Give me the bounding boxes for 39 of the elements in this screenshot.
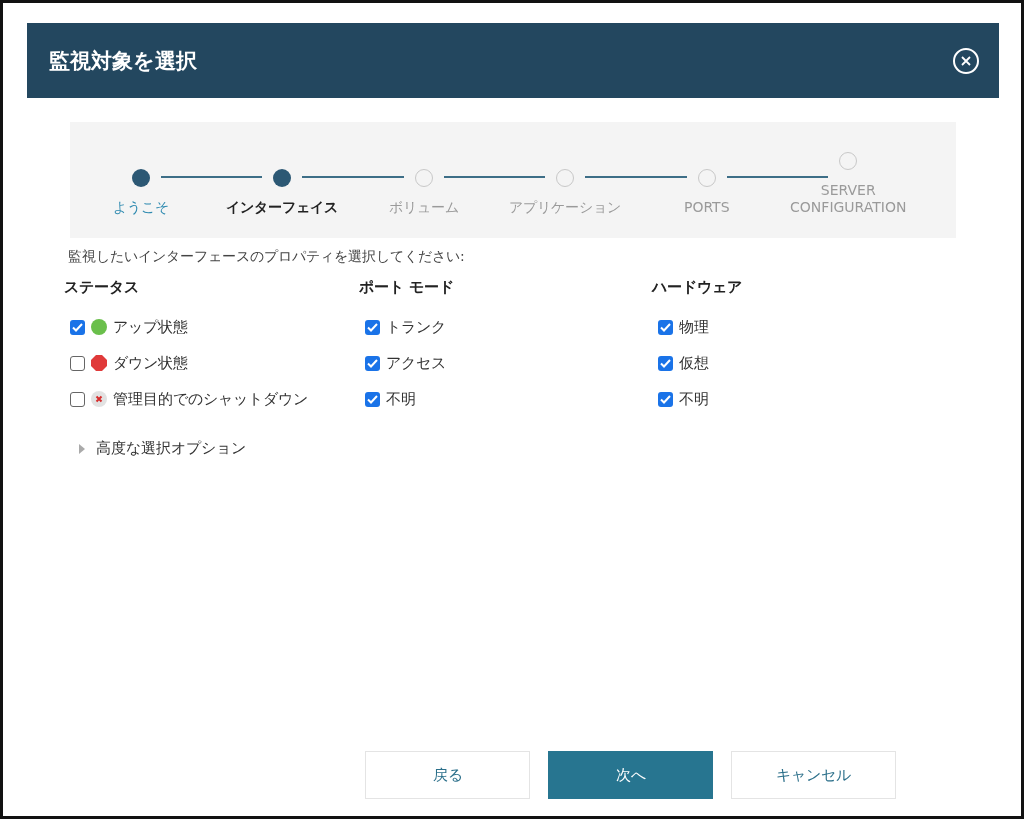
option-label: 不明 <box>679 389 709 409</box>
dialog-title: 監視対象を選択 <box>49 47 197 75</box>
step-label: PORTS <box>683 199 730 216</box>
group-heading: ハードウェア <box>652 278 743 297</box>
checkbox[interactable] <box>70 319 85 335</box>
checkbox[interactable] <box>658 319 673 335</box>
step-label: ようこそ <box>112 199 169 216</box>
close-icon <box>960 54 972 67</box>
option-label: ダウン状態 <box>113 353 188 373</box>
status-up-icon <box>91 319 107 335</box>
advanced-options-toggle[interactable]: 高度な選択オプション <box>70 439 246 458</box>
option-label: 物理 <box>679 317 709 337</box>
group-heading: ポート モード <box>359 278 456 297</box>
instruction-text: 監視したいインターフェースのプロパティを選択してください: <box>68 248 466 266</box>
step-label: アプリケーション <box>509 199 622 216</box>
checkbox[interactable] <box>365 355 380 371</box>
step-label: インターフェイス <box>226 199 339 216</box>
option-label: アップ状態 <box>113 317 188 337</box>
close-button[interactable] <box>953 47 979 74</box>
step-label: ボリューム <box>388 199 459 216</box>
secondary-button[interactable]: キャンセル <box>731 751 896 799</box>
checkbox[interactable] <box>70 391 85 407</box>
option-label: 仮想 <box>679 353 709 373</box>
option-label: 管理目的でのシャットダウン <box>113 389 308 409</box>
status-down-icon <box>91 355 107 371</box>
secondary-button[interactable]: 戻る <box>365 751 530 799</box>
step-label: SERVER CONFIGURATION <box>789 182 908 216</box>
option-label: アクセス <box>386 353 446 373</box>
option-label: 不明 <box>386 389 416 409</box>
option-label: トランク <box>386 317 446 337</box>
caret-icon <box>78 443 86 454</box>
checkbox[interactable] <box>365 319 380 335</box>
checkbox[interactable] <box>365 391 380 407</box>
group-heading: ステータス <box>64 278 140 297</box>
checkbox[interactable] <box>658 391 673 407</box>
checkbox[interactable] <box>70 355 85 371</box>
primary-button[interactable]: 次へ <box>548 751 713 799</box>
x-circle-icon <box>91 391 107 407</box>
checkbox[interactable] <box>658 355 673 371</box>
